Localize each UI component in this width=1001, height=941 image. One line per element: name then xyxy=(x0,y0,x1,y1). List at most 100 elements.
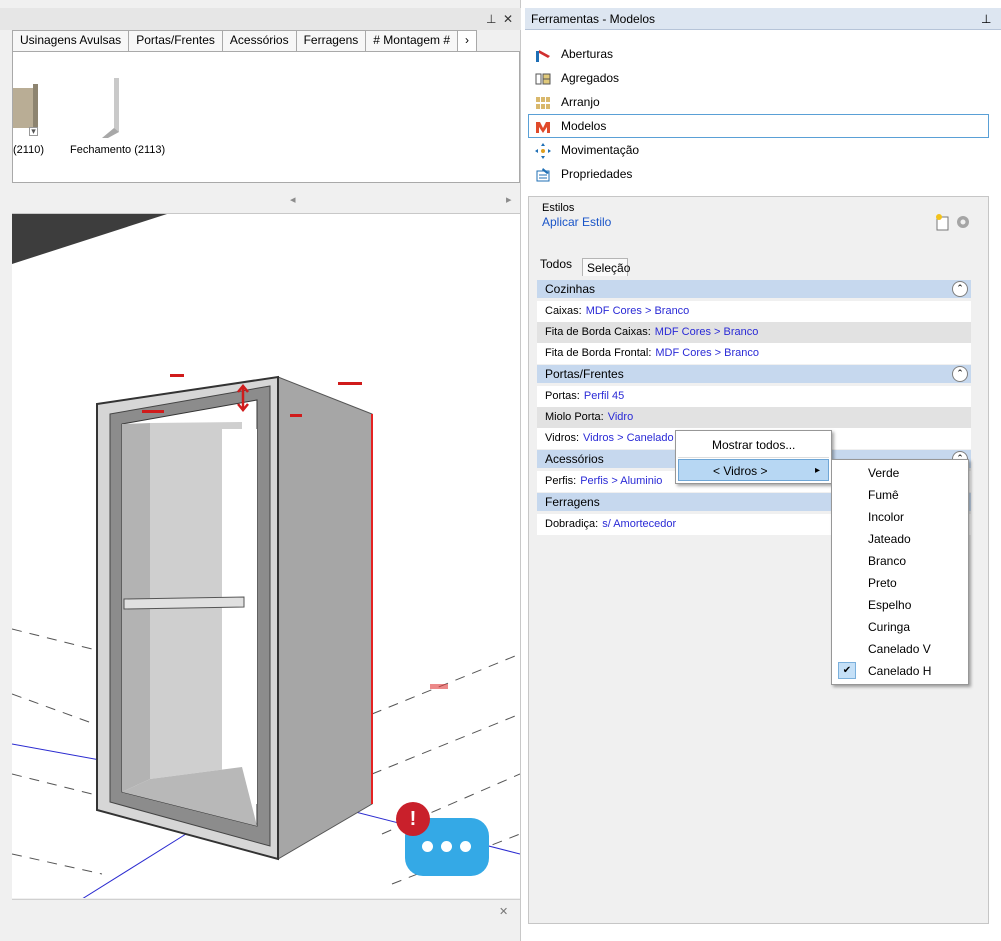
aberturas-icon xyxy=(536,50,550,62)
tool-movimentacao[interactable]: Movimentação xyxy=(528,138,989,162)
tab-ferragens[interactable]: Ferragens xyxy=(295,30,367,51)
tool-label: Movimentação xyxy=(561,143,640,157)
chat-dot xyxy=(441,841,452,852)
menu-item-vidros[interactable]: < Vidros > ▸ xyxy=(678,459,829,481)
tool-label: Modelos xyxy=(561,119,607,133)
submenu-arrow-icon: ▸ xyxy=(814,465,820,476)
new-style-icon[interactable] xyxy=(934,213,952,231)
collapse-icon[interactable]: ⌃ xyxy=(952,281,968,297)
prop-value[interactable]: Perfil 45 xyxy=(584,390,624,402)
tool-agregados[interactable]: Agregados xyxy=(528,66,989,90)
viewport-statusbar: ✕ xyxy=(12,899,520,923)
submenu-item-canelado-v[interactable]: Canelado V xyxy=(834,638,966,660)
movimentacao-icon xyxy=(535,143,551,159)
submenu-item-curinga[interactable]: Curinga xyxy=(834,616,966,638)
prop-value[interactable]: MDF Cores > Branco xyxy=(586,305,690,317)
component-gallery: ▾ (2110) Fechamento (2113) xyxy=(12,51,520,183)
left-pane: ⊥ ✕ Usinagens Avulsas Portas/Frentes Acess… xyxy=(0,0,521,941)
submenu-item-fume[interactable]: Fumê xyxy=(834,484,966,506)
tab-portas-frentes[interactable]: Portas/Frentes xyxy=(128,30,223,51)
prop-name: Vidros: xyxy=(545,432,580,444)
prop-value[interactable]: Vidro xyxy=(608,411,633,423)
prop-row-portas[interactable]: Portas: Perfil 45 xyxy=(537,386,971,407)
prop-name: Dobradiça: xyxy=(545,518,599,530)
fechamento-thumbnail-icon xyxy=(102,78,119,138)
close-button[interactable]: ✕ xyxy=(503,12,513,26)
prop-value[interactable]: s/ Amortecedor xyxy=(602,518,676,530)
prop-value[interactable]: Vidros > Canelado H xyxy=(583,432,685,444)
prop-row-fita-caixas[interactable]: Fita de Borda Caixas: MDF Cores > Branco xyxy=(537,322,971,343)
group-title: Acessórios xyxy=(545,452,604,466)
group-header-portas-frentes[interactable]: Portas/Frentes ⌃ xyxy=(537,365,971,383)
cabinet-thumbnail-icon xyxy=(13,84,38,128)
component-tabstrip: Usinagens Avulsas Portas/Frentes Acessório… xyxy=(12,30,520,52)
menu-separator xyxy=(678,457,829,458)
tool-label: Aberturas xyxy=(561,47,614,61)
gear-icon[interactable] xyxy=(955,214,971,230)
tool-arranjo[interactable]: Arranjo xyxy=(528,90,989,114)
arranjo-icon xyxy=(536,97,550,109)
prop-value[interactable]: MDF Cores > Branco xyxy=(655,326,759,338)
prop-name: Fita de Borda Caixas: xyxy=(545,326,651,338)
3d-viewport[interactable] xyxy=(12,213,520,898)
tab-scroll-button[interactable]: › xyxy=(457,30,477,51)
component-item-2113[interactable]: Fechamento (2113) xyxy=(68,52,178,162)
prop-row-fita-frontal[interactable]: Fita de Borda Frontal: MDF Cores > Branco xyxy=(537,343,971,364)
submenu-item-incolor[interactable]: Incolor xyxy=(834,506,966,528)
modelos-icon xyxy=(536,122,550,133)
submenu-item-espelho[interactable]: Espelho xyxy=(834,594,966,616)
tool-modelos[interactable]: Modelos xyxy=(528,114,989,138)
submenu-item-preto[interactable]: Preto xyxy=(834,572,966,594)
prop-value[interactable]: Perfis > Aluminio xyxy=(580,475,662,487)
estilos-label: Estilos xyxy=(542,202,575,214)
prop-name: Perfis: xyxy=(545,475,577,487)
collapse-icon[interactable]: ⌃ xyxy=(952,366,968,382)
left-titlebar: ⊥ ✕ xyxy=(0,8,521,30)
tool-propriedades[interactable]: Propriedades xyxy=(528,162,989,186)
group-title: Cozinhas xyxy=(545,282,596,296)
prop-name: Fita de Borda Frontal: xyxy=(545,347,652,359)
expand-icon[interactable]: ▾ xyxy=(29,127,38,136)
prop-name: Portas: xyxy=(545,390,580,402)
checkmark-icon: ✔ xyxy=(838,662,856,679)
scroll-left-icon[interactable]: ◂ xyxy=(290,193,296,206)
menu-item-mostrar-todos[interactable]: Mostrar todos... xyxy=(678,434,829,456)
tab-todos[interactable]: Todos xyxy=(540,257,572,271)
tab-montagem[interactable]: # Montagem # xyxy=(365,30,458,51)
prop-row-caixas[interactable]: Caixas: MDF Cores > Branco xyxy=(537,301,971,322)
prop-row-miolo-porta[interactable]: Miolo Porta: Vidro xyxy=(537,407,971,428)
close-icon[interactable]: ✕ xyxy=(499,905,508,918)
tools-list: Aberturas Agregados Arranjo Modelos Movi… xyxy=(528,42,989,186)
submenu-item-branco[interactable]: Branco xyxy=(834,550,966,572)
component-label: (2110) xyxy=(13,144,44,156)
submenu-item-jateado[interactable]: Jateado xyxy=(834,528,966,550)
tool-label: Arranjo xyxy=(561,95,600,109)
component-item-2110[interactable]: ▾ (2110) xyxy=(13,52,63,162)
pin-button[interactable]: ⊥ xyxy=(486,12,496,26)
tab-usinagens-avulsas[interactable]: Usinagens Avulsas xyxy=(12,30,130,51)
submenu-item-verde[interactable]: Verde xyxy=(834,462,966,484)
tools-title: Ferramentas - Modelos xyxy=(531,12,656,26)
tools-titlebar: Ferramentas - Modelos ⊥ xyxy=(525,8,1001,30)
context-menu: Mostrar todos... < Vidros > ▸ xyxy=(675,430,832,484)
tool-label: Propriedades xyxy=(561,167,633,181)
group-title: Ferragens xyxy=(545,495,600,509)
prop-name: Caixas: xyxy=(545,305,582,317)
prop-name: Miolo Porta: xyxy=(545,411,604,423)
menu-item-label: Canelado H xyxy=(868,664,932,678)
tool-aberturas[interactable]: Aberturas xyxy=(528,42,989,66)
submenu-item-canelado-h[interactable]: ✔ Canelado H xyxy=(834,660,966,682)
cabinet-3d-render xyxy=(12,214,520,898)
scroll-right-icon[interactable]: ▸ xyxy=(506,193,512,206)
horizontal-scrollbar[interactable]: ◂ ▸ xyxy=(12,190,520,210)
vidros-submenu: Verde Fumê Incolor Jateado Branco Preto … xyxy=(831,459,969,685)
aplicar-estilo-link[interactable]: Aplicar Estilo xyxy=(542,215,611,229)
tab-selecao[interactable]: Seleção xyxy=(582,258,630,276)
group-title: Portas/Frentes xyxy=(545,367,624,381)
tab-acessorios[interactable]: Acessórios xyxy=(221,30,297,51)
group-header-cozinhas[interactable]: Cozinhas ⌃ xyxy=(537,280,971,298)
pin-button[interactable]: ⊥ xyxy=(981,12,991,26)
prop-value[interactable]: MDF Cores > Branco xyxy=(655,347,759,359)
alert-badge: ! xyxy=(396,802,430,836)
propriedades-icon xyxy=(536,168,550,182)
